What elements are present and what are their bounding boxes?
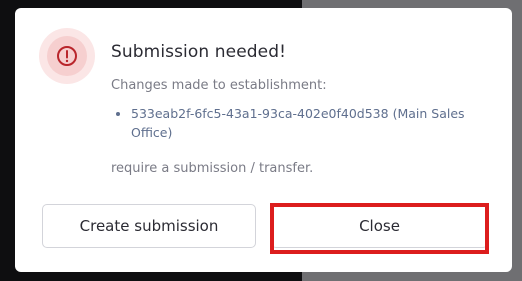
dialog-title: Submission needed! [111,42,287,62]
submission-dialog: Submission needed! Changes made to estab… [15,8,512,272]
dialog-subtitle: Changes made to establishment: [111,78,327,93]
alert-icon-badge [39,28,95,84]
alert-circle-icon [57,46,77,66]
list-item: 533eab2f-6fc5-43a1-93ca-402e0f40d538 (Ma… [131,104,491,142]
alert-icon-inner [47,36,87,76]
dialog-note: require a submission / transfer. [111,161,314,176]
changed-establishments-list: 533eab2f-6fc5-43a1-93ca-402e0f40d538 (Ma… [111,104,491,142]
create-submission-button[interactable]: Create submission [42,204,256,248]
close-button[interactable]: Close [271,204,488,248]
